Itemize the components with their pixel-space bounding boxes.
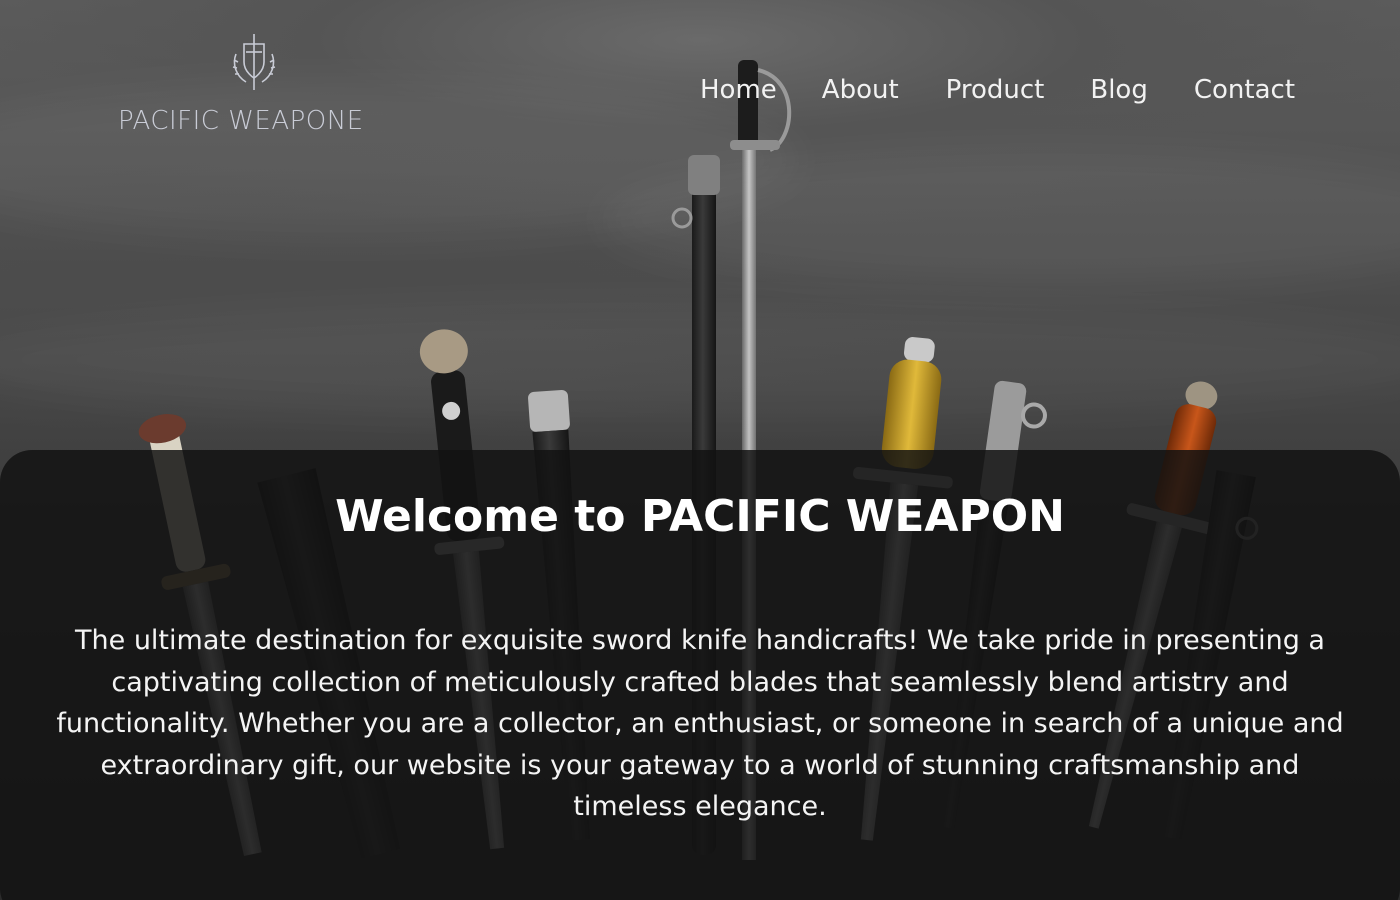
brand-name: PACIFIC WEAPONE <box>118 106 364 136</box>
nav-home[interactable]: Home <box>700 72 777 108</box>
nav-product[interactable]: Product <box>946 72 1045 108</box>
hero-page: PACIFIC WEAPONE Home About Product Blog … <box>0 0 1400 900</box>
hero-description: The ultimate destination for exquisite s… <box>56 625 1344 822</box>
nav-about[interactable]: About <box>822 72 899 108</box>
nav-contact[interactable]: Contact <box>1194 72 1295 108</box>
brand-logo[interactable]: PACIFIC WEAPONE <box>118 32 390 142</box>
main-nav: Home About Product Blog Contact <box>700 72 1295 108</box>
hero-title: Welcome to PACIFIC WEAPON <box>335 491 1065 542</box>
sword-shield-laurel-icon <box>232 34 276 90</box>
nav-blog[interactable]: Blog <box>1090 72 1147 108</box>
